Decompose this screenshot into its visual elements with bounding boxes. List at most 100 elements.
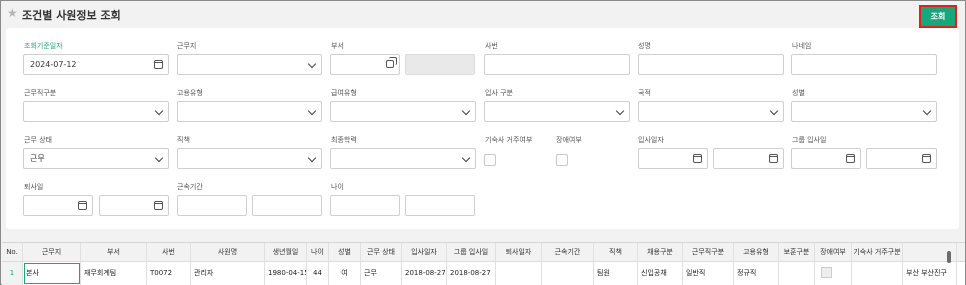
table-row[interactable]: 1 본사 재무회계팀 T0072 관리자 1980-04-15 44 여 근무 2018-08-2… xyxy=(2,262,965,285)
calendar-icon[interactable] xyxy=(154,60,163,69)
disabled-label: 장애여부 xyxy=(556,136,582,144)
join-type-select[interactable] xyxy=(484,101,630,122)
education-select[interactable] xyxy=(330,148,476,169)
table-cell[interactable]: 관리자 xyxy=(191,262,265,285)
tenure-to[interactable] xyxy=(252,195,322,216)
table-cell[interactable]: 부산 부산진구 xyxy=(903,262,957,285)
chevron-down-icon xyxy=(154,153,164,163)
column-header[interactable]: 근무지 xyxy=(23,243,81,261)
column-header[interactable]: 생년월일 xyxy=(265,243,307,261)
employee-grid: No. 근무지 부서 사번 사원명 생년월일 나이 성별 근무 상태 입사일자 그룹 입사일 퇴사일자… xyxy=(2,242,965,285)
position-label: 직책 xyxy=(177,136,190,144)
dept-field[interactable] xyxy=(330,54,400,75)
age-from[interactable] xyxy=(330,195,400,216)
table-cell[interactable]: 본사 xyxy=(23,262,81,285)
table-cell[interactable]: T0072 xyxy=(147,262,191,285)
table-cell[interactable]: 1 xyxy=(2,262,23,285)
table-cell[interactable] xyxy=(815,262,852,285)
column-header[interactable]: 나이 xyxy=(307,243,329,261)
filter-panel: 조회기준일자 2024-07-12 근무지 부서 사번 성명 나네임 근무직구분… xyxy=(6,28,959,229)
table-cell[interactable]: 1980-04-15 xyxy=(265,262,307,285)
column-header[interactable]: No. xyxy=(2,243,23,261)
column-header[interactable]: 부서 xyxy=(81,243,147,261)
column-header[interactable]: 사번 xyxy=(147,243,191,261)
dorm-checkbox[interactable] xyxy=(484,154,496,166)
disabled-cell-checkbox[interactable] xyxy=(821,267,832,278)
base-date-field[interactable]: 2024-07-12 xyxy=(23,54,169,75)
employ-type-select[interactable] xyxy=(177,101,322,122)
column-header[interactable]: 퇴사일자 xyxy=(496,243,542,261)
group-join-to[interactable] xyxy=(866,148,937,169)
base-date-label: 조회기준일자 xyxy=(24,42,63,50)
work-site-label: 근무지 xyxy=(177,42,197,50)
column-header[interactable]: 사원명 xyxy=(191,243,265,261)
column-header[interactable]: 직책 xyxy=(594,243,638,261)
calendar-icon[interactable] xyxy=(78,201,87,210)
work-status-label: 근무 상태 xyxy=(24,136,52,144)
chevron-down-icon xyxy=(307,59,317,69)
age-to[interactable] xyxy=(405,195,475,216)
emp-no-field[interactable] xyxy=(484,54,630,75)
name-field[interactable] xyxy=(638,54,784,75)
chevron-down-icon xyxy=(461,106,471,116)
column-header[interactable]: 근속기간 xyxy=(542,243,594,261)
favorite-star-icon[interactable]: ★ xyxy=(7,6,18,20)
chevron-down-icon xyxy=(461,153,471,163)
tenure-from[interactable] xyxy=(177,195,247,216)
column-header[interactable]: 근무 상태 xyxy=(361,243,402,261)
group-join-from[interactable] xyxy=(791,148,861,169)
position-select[interactable] xyxy=(177,148,322,169)
resign-from[interactable] xyxy=(23,195,93,216)
table-cell[interactable]: 정규직 xyxy=(734,262,779,285)
search-button[interactable]: 조회 xyxy=(919,5,957,28)
table-cell[interactable]: 2018-08-27 xyxy=(447,262,496,285)
age-label: 나이 xyxy=(331,183,344,191)
calendar-icon[interactable] xyxy=(154,201,163,210)
nationality-select[interactable] xyxy=(638,101,784,122)
column-header[interactable]: 장애여부 xyxy=(815,243,852,261)
calendar-icon[interactable] xyxy=(769,154,778,163)
column-header[interactable]: 기숙사 거주구분 xyxy=(852,243,903,261)
nationality-label: 국적 xyxy=(638,89,651,97)
table-cell[interactable] xyxy=(542,262,594,285)
dept-label: 부서 xyxy=(331,42,344,50)
work-site-select[interactable] xyxy=(177,54,322,75)
column-header[interactable]: 채용구분 xyxy=(638,243,683,261)
column-header[interactable]: 그룹 입사일 xyxy=(447,243,496,261)
table-cell[interactable]: 44 xyxy=(307,262,329,285)
pay-type-select[interactable] xyxy=(330,101,476,122)
column-header[interactable]: 입사일자 xyxy=(402,243,447,261)
dorm-label: 기숙사 거주여부 xyxy=(485,136,533,144)
table-cell[interactable]: 여 xyxy=(329,262,361,285)
chevron-down-icon xyxy=(615,106,625,116)
table-cell[interactable]: 일반직 xyxy=(683,262,734,285)
join-date-to[interactable] xyxy=(713,148,784,169)
vertical-scrollbar[interactable] xyxy=(947,251,951,263)
table-cell[interactable]: 근무 xyxy=(361,262,402,285)
column-header[interactable]: 고용유형 xyxy=(734,243,779,261)
work-status-select[interactable]: 근무 xyxy=(23,148,169,169)
join-date-from[interactable] xyxy=(638,148,708,169)
calendar-icon[interactable] xyxy=(846,154,855,163)
chevron-down-icon xyxy=(307,106,317,116)
table-cell[interactable] xyxy=(852,262,903,285)
table-cell[interactable]: 신입공채 xyxy=(638,262,683,285)
table-cell[interactable]: 팀원 xyxy=(594,262,638,285)
group-join-label: 그룹 입사일 xyxy=(792,136,827,144)
table-cell[interactable]: 2018-08-27 xyxy=(402,262,447,285)
calendar-icon[interactable] xyxy=(693,154,702,163)
table-cell[interactable] xyxy=(779,262,815,285)
column-header[interactable]: 보훈구분 xyxy=(779,243,815,261)
nickname-label: 나네임 xyxy=(792,42,812,50)
work-type-select[interactable] xyxy=(23,101,169,122)
nickname-field[interactable] xyxy=(791,54,937,75)
resign-to[interactable] xyxy=(99,195,169,216)
table-cell[interactable]: 재무회계팀 xyxy=(81,262,147,285)
copy-icon[interactable] xyxy=(386,57,397,68)
gender-select[interactable] xyxy=(791,101,937,122)
column-header[interactable]: 근무직구분 xyxy=(683,243,734,261)
column-header[interactable]: 성별 xyxy=(329,243,361,261)
calendar-icon[interactable] xyxy=(922,154,931,163)
disabled-checkbox[interactable] xyxy=(556,154,568,166)
table-cell[interactable] xyxy=(496,262,542,285)
